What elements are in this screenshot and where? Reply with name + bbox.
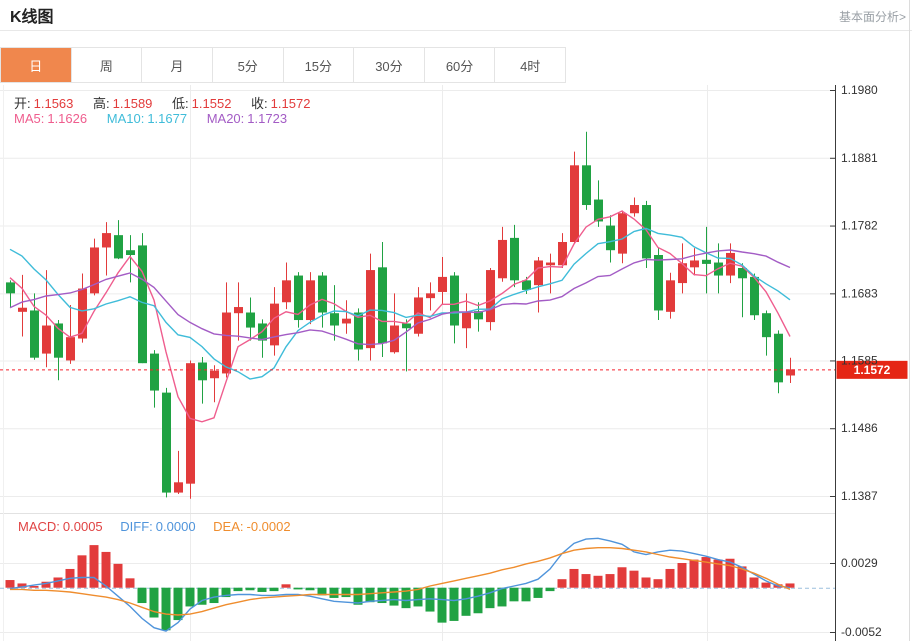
tab-30min[interactable]: 30分	[354, 48, 425, 82]
tab-month[interactable]: 月	[142, 48, 213, 82]
svg-text:-0.0052: -0.0052	[841, 625, 882, 639]
page-title: K线图	[10, 3, 54, 27]
chart-area: 1.1572 1.1980 1.1881 1.1782 1.1683 1.1585 1.14…	[0, 85, 912, 641]
macd-legend: MACD:0.0005 DIFF:0.0000 DEA: -0.0002	[18, 519, 305, 534]
svg-text:1.1683: 1.1683	[841, 286, 878, 300]
svg-text:1.1486: 1.1486	[841, 421, 878, 435]
ma5-value: 1.1626	[47, 111, 87, 126]
svg-text:1.1980: 1.1980	[841, 85, 878, 97]
kline-page: K线图 基本面分析> 日 周 月 5分 15分 30分 60分 4时 1.157…	[0, 0, 912, 641]
fundamental-analysis-link[interactable]: 基本面分析>	[839, 8, 906, 25]
tab-15min[interactable]: 15分	[284, 48, 355, 82]
tab-4hour[interactable]: 4时	[495, 48, 565, 82]
ma20-label: MA20:	[207, 111, 245, 126]
ma-legend: MA5:1.1626 MA10:1.1677 MA20:1.1723	[14, 111, 303, 126]
ma5-line	[10, 211, 790, 422]
period-tab-bar: 日 周 月 5分 15分 30分 60分 4时	[0, 47, 566, 83]
open-label: 开:	[14, 96, 31, 111]
tab-week[interactable]: 周	[72, 48, 143, 82]
diff-value: 0.0000	[156, 519, 196, 534]
high-value: 1.1589	[113, 96, 153, 111]
dea-value: -0.0002	[247, 519, 291, 534]
macd-value: 0.0005	[63, 519, 103, 534]
ma5-label: MA5:	[14, 111, 44, 126]
dea-label: DEA:	[213, 519, 243, 534]
ma10-value: 1.1677	[147, 111, 187, 126]
low-label: 低:	[172, 96, 189, 111]
open-value: 1.1563	[34, 96, 74, 111]
svg-text:0.0029: 0.0029	[841, 556, 878, 570]
tab-60min[interactable]: 60分	[425, 48, 496, 82]
svg-text:1.1585: 1.1585	[841, 353, 878, 367]
ma20-value: 1.1723	[247, 111, 287, 126]
ma10-label: MA10:	[107, 111, 145, 126]
close-label: 收:	[251, 96, 268, 111]
svg-text:1.1881: 1.1881	[841, 151, 878, 165]
low-value: 1.1552	[192, 96, 232, 111]
axis-labels: 1.1980 1.1881 1.1782 1.1683 1.1585 1.1486 1.13…	[841, 85, 882, 639]
svg-text:1.1782: 1.1782	[841, 219, 878, 233]
header-divider	[0, 30, 912, 31]
tab-5min[interactable]: 5分	[213, 48, 284, 82]
kline-chart-canvas[interactable]: 1.1572 1.1980 1.1881 1.1782 1.1683 1.1585 1.14…	[0, 85, 912, 641]
tab-day[interactable]: 日	[1, 48, 72, 82]
svg-text:1.1387: 1.1387	[841, 489, 878, 503]
high-label: 高:	[93, 96, 110, 111]
y-axis	[830, 85, 836, 641]
close-value: 1.1572	[271, 96, 311, 111]
macd-label: MACD:	[18, 519, 60, 534]
ohlc-legend: 开:1.1563 高:1.1589 低:1.1552 收:1.1572	[14, 93, 326, 112]
ma-lines	[10, 211, 790, 422]
diff-label: DIFF:	[120, 519, 153, 534]
